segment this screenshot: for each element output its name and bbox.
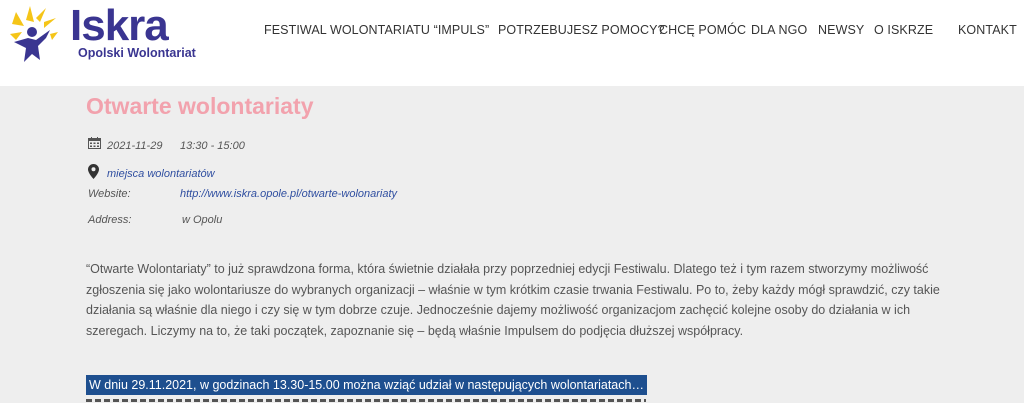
- nav-festiwal[interactable]: FESTIWAL WOLONTARIATU “IMPULS”: [264, 23, 489, 37]
- event-title: Otwarte wolontariaty: [86, 93, 314, 119]
- main-nav: FESTIWAL WOLONTARIATU “IMPULS” POTRZEBUJ…: [0, 23, 1024, 39]
- nav-dla-ngo[interactable]: DLA NGO: [751, 23, 807, 37]
- address-label: Address:: [88, 214, 132, 226]
- nav-chce-pomoc[interactable]: CHCĘ POMÓC: [659, 23, 746, 37]
- logo-subtitle: Opolski Wolontariat: [78, 46, 196, 60]
- event-description: “Otwarte Wolontariaty” to już sprawdzona…: [86, 262, 940, 339]
- address-value: w Opolu: [182, 214, 223, 226]
- event-location-link[interactable]: miejsca wolontariatów: [107, 168, 215, 180]
- website-label: Website:: [88, 188, 131, 200]
- website-link[interactable]: http://www.iskra.opole.pl/otwarte-wolona…: [180, 188, 397, 200]
- site-header: Iskra Opolski Wolontariat FESTIWAL WOLON…: [0, 0, 1024, 86]
- nav-kontakt[interactable]: KONTAKT: [958, 23, 1017, 37]
- nav-o-iskrze[interactable]: O ISKRZE: [874, 23, 933, 37]
- nav-newsy[interactable]: NEWSY: [818, 23, 864, 37]
- map-pin-icon: [88, 164, 99, 179]
- nav-potrzebujesz-pomocy[interactable]: POTRZEBUJESZ POMOCY?: [498, 23, 665, 37]
- calendar-icon: [88, 137, 101, 149]
- highlighted-text: W dniu 29.11.2021, w godzinach 13.30-15.…: [86, 375, 647, 395]
- event-date: 2021-11-29: [107, 140, 163, 152]
- event-time: 13:30 - 15:00: [180, 140, 245, 152]
- cut-off-text-line: [86, 397, 646, 403]
